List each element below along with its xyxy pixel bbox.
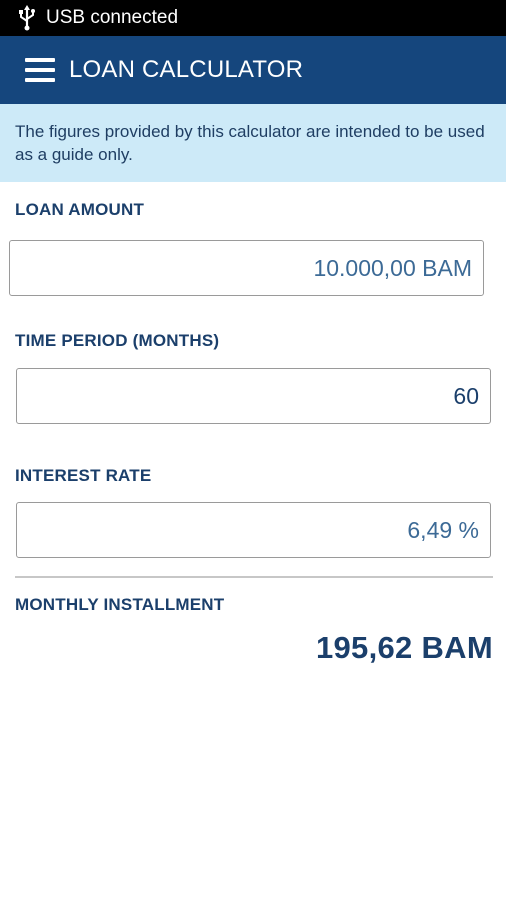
interest-rate-input[interactable]: 6,49 % bbox=[16, 502, 491, 558]
time-period-label: TIME PERIOD (MONTHS) bbox=[15, 331, 220, 350]
app-title: LOAN CALCULATOR bbox=[69, 56, 304, 83]
usb-icon bbox=[16, 5, 38, 31]
disclaimer-notice: The figures provided by this calculator … bbox=[0, 104, 506, 182]
hamburger-menu-icon[interactable] bbox=[25, 58, 55, 82]
app-bar: LOAN CALCULATOR bbox=[0, 36, 506, 104]
status-text: USB connected bbox=[46, 7, 179, 28]
status-bar: USB connected bbox=[0, 0, 506, 36]
divider bbox=[15, 576, 493, 578]
time-period-input[interactable]: 60 bbox=[16, 368, 491, 424]
loan-amount-input[interactable]: 10.000,00 BAM bbox=[9, 240, 484, 296]
loan-amount-label: LOAN AMOUNT bbox=[15, 200, 145, 219]
monthly-installment-label: MONTHLY INSTALLMENT bbox=[15, 595, 225, 614]
interest-rate-label: INTEREST RATE bbox=[15, 466, 152, 485]
monthly-installment-value: 195,62 BAM bbox=[315, 630, 493, 665]
